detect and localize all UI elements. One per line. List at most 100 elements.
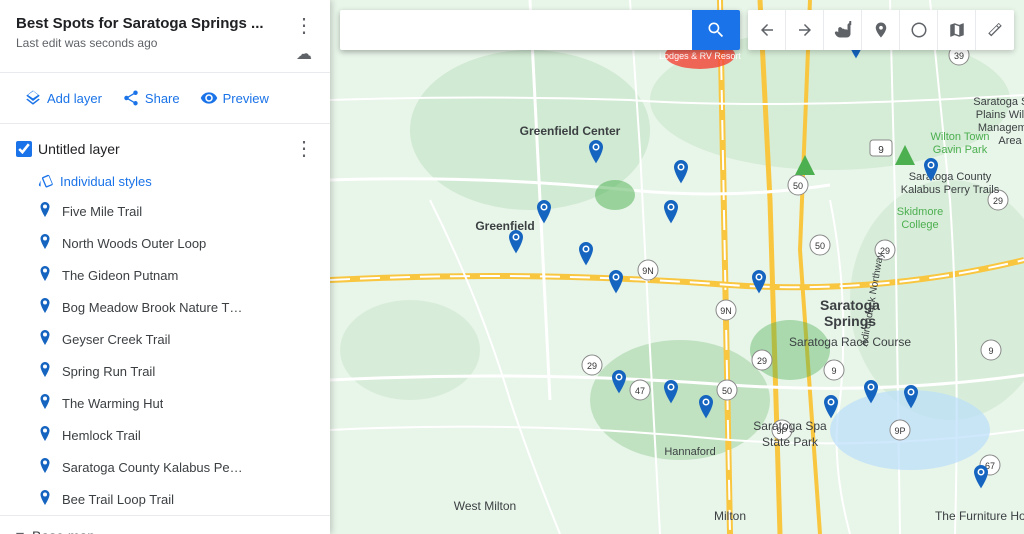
svg-text:9P: 9P: [894, 426, 905, 436]
item-label: The Warming Hut: [62, 396, 163, 411]
map-pin[interactable]: [970, 465, 992, 493]
svg-text:Saratoga Race Course: Saratoga Race Course: [789, 335, 911, 349]
sidebar-header: Best Spots for Saratoga Springs ... Last…: [0, 0, 330, 73]
layer-title-row: Untitled layer: [16, 141, 120, 157]
ruler-button[interactable]: [976, 10, 1014, 50]
svg-text:Saratoga Spa: Saratoga Spa: [753, 419, 827, 433]
item-label: Bog Meadow Brook Nature T…: [62, 300, 242, 315]
pin-icon: [38, 362, 52, 380]
list-item[interactable]: Bog Meadow Brook Nature T…: [0, 291, 330, 323]
svg-text:9: 9: [878, 145, 884, 156]
map-pin[interactable]: [900, 385, 922, 413]
map-pin[interactable]: [575, 242, 597, 270]
preview-button[interactable]: Preview: [192, 83, 277, 113]
svg-text:47: 47: [635, 386, 645, 396]
list-item[interactable]: Five Mile Trail: [0, 195, 330, 227]
individual-styles-label: Individual styles: [60, 174, 152, 189]
add-layer-label: Add layer: [47, 91, 102, 106]
map-pin[interactable]: [660, 200, 682, 228]
marker-icon: [872, 21, 890, 39]
svg-text:39: 39: [954, 51, 964, 61]
base-map-label: Base map: [32, 528, 95, 534]
svg-text:Saratoga Sand: Saratoga Sand: [973, 96, 1024, 108]
ruler-icon: [986, 21, 1004, 39]
map-pin[interactable]: [505, 230, 527, 258]
individual-styles-button[interactable]: Individual styles: [0, 169, 168, 195]
pin-icon: [38, 394, 52, 412]
add-layer-button[interactable]: Add layer: [16, 83, 110, 113]
map-pin[interactable]: [585, 140, 607, 168]
map-pin[interactable]: [660, 380, 682, 408]
share-icon: [122, 89, 140, 107]
map-pin[interactable]: [860, 380, 882, 408]
svg-text:State Park: State Park: [762, 435, 819, 449]
item-label: Spring Run Trail: [62, 364, 155, 379]
vertical-dots-icon: ⋮: [294, 15, 314, 37]
svg-text:50: 50: [815, 241, 825, 251]
lasso-icon: [910, 21, 928, 39]
items-list: Five Mile Trail North Woods Outer Loop T…: [0, 195, 330, 515]
svg-text:The Furniture House: The Furniture House: [935, 509, 1024, 523]
list-item[interactable]: Saratoga County Kalabus Pe…: [0, 451, 330, 483]
list-item[interactable]: Geyser Creek Trail: [0, 323, 330, 355]
map-pin[interactable]: [920, 158, 942, 186]
layer-menu-button[interactable]: ⋮: [290, 134, 318, 163]
back-arrow-icon: [758, 21, 776, 39]
styles-icon: [38, 173, 54, 189]
share-button[interactable]: Share: [114, 83, 188, 113]
item-label: Hemlock Trail: [62, 428, 141, 443]
marker-button[interactable]: [862, 10, 900, 50]
measure-button[interactable]: [938, 10, 976, 50]
list-item[interactable]: The Gideon Putnam: [0, 259, 330, 291]
pin-icon: [38, 330, 52, 348]
svg-text:50: 50: [793, 181, 803, 191]
forward-arrow-icon: [796, 21, 814, 39]
layers-area: Untitled layer ⋮ Individual styles Five …: [0, 124, 330, 534]
svg-text:29: 29: [993, 196, 1003, 206]
lasso-button[interactable]: [900, 10, 938, 50]
svg-text:Milton: Milton: [714, 509, 746, 523]
pan-button[interactable]: [824, 10, 862, 50]
back-button[interactable]: [748, 10, 786, 50]
pin-icon: [38, 426, 52, 444]
map-pin[interactable]: [608, 370, 630, 398]
item-label: The Gideon Putnam: [62, 268, 178, 283]
map-pin[interactable]: [820, 395, 842, 423]
svg-text:West Milton: West Milton: [454, 499, 516, 513]
search-icon: [706, 20, 726, 40]
map-pin[interactable]: [695, 395, 717, 423]
pin-icon: [38, 234, 52, 252]
svg-text:50: 50: [722, 386, 732, 396]
base-map-row[interactable]: ▾ Base map: [0, 515, 330, 534]
search-bar: [340, 10, 740, 50]
item-label: Five Mile Trail: [62, 204, 142, 219]
pin-icon: [38, 458, 52, 476]
map-pin[interactable]: [748, 270, 770, 298]
sidebar-title-area: Best Spots for Saratoga Springs ... Last…: [16, 14, 290, 50]
svg-text:Gavin Park: Gavin Park: [933, 144, 988, 156]
layer-checkbox[interactable]: [16, 141, 32, 157]
svg-text:Wilton Town: Wilton Town: [930, 131, 989, 143]
pin-icon: [38, 202, 52, 220]
search-button[interactable]: [692, 10, 740, 50]
forward-button[interactable]: [786, 10, 824, 50]
search-input[interactable]: [340, 22, 692, 38]
list-item[interactable]: Spring Run Trail: [0, 355, 330, 387]
svg-text:Greenfield Center: Greenfield Center: [520, 124, 621, 138]
item-label: North Woods Outer Loop: [62, 236, 206, 251]
svg-text:29: 29: [587, 361, 597, 371]
svg-text:Area: Area: [998, 135, 1022, 147]
list-item[interactable]: Bee Trail Loop Trail: [0, 483, 330, 515]
map-pin[interactable]: [533, 200, 555, 228]
map-pin[interactable]: [605, 270, 627, 298]
map-controls: [748, 10, 1014, 50]
list-item[interactable]: North Woods Outer Loop: [0, 227, 330, 259]
svg-text:29: 29: [757, 356, 767, 366]
list-item[interactable]: Hemlock Trail: [0, 419, 330, 451]
svg-text:College: College: [901, 219, 938, 231]
header-menu-button[interactable]: ⋮: [290, 14, 318, 38]
list-item[interactable]: The Warming Hut: [0, 387, 330, 419]
svg-text:9: 9: [988, 346, 993, 356]
map-area: 9N 50 50 9N 29 29 47 50 9P 9P 9 29 39 29…: [330, 0, 1024, 534]
map-pin[interactable]: [670, 160, 692, 188]
